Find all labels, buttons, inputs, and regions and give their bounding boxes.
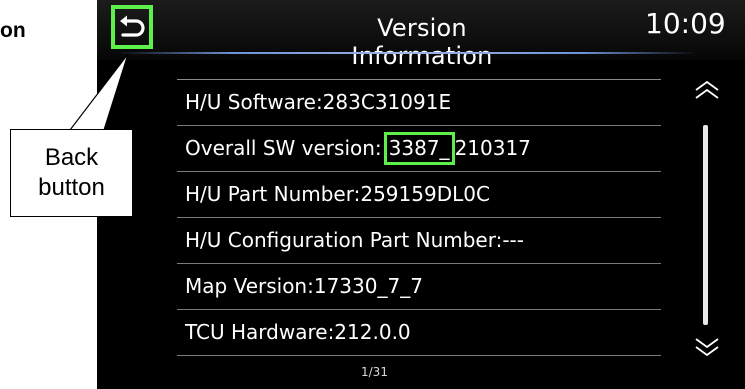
list-item[interactable]: H/U Part Number:259159DL0C <box>177 172 661 218</box>
list-item[interactable]: H/U Configuration Part Number:--- <box>177 218 661 264</box>
list-item-label: Overall SW version: 3387_ 210317 <box>185 132 531 165</box>
list-item-label: TCU Hardware:212.0.0 <box>185 320 411 344</box>
list-item-label: H/U Software:283C31091E <box>185 90 452 114</box>
back-button-callout: Back button <box>10 129 133 217</box>
header-divider <box>117 52 697 54</box>
clock: 10:09 <box>645 7 726 40</box>
list-item[interactable]: Map Version:17330_7_7 <box>177 264 661 310</box>
highlighted-version-number: 3387_ <box>383 132 455 165</box>
head-unit-screen: Version Information 10:09 H/U Software:2… <box>97 0 745 389</box>
header-bar: Version Information 10:09 <box>97 0 745 70</box>
list-item[interactable]: Overall SW version: 3387_ 210317 <box>177 126 661 172</box>
back-button[interactable] <box>111 5 153 49</box>
list-item-label: Map Version:17330_7_7 <box>185 274 423 298</box>
list-item[interactable]: H/U Software:283C31091E <box>177 80 661 126</box>
page-indicator: 1/31 <box>361 365 388 379</box>
callout-line: Back <box>44 144 99 171</box>
document-heading-fragment: on <box>0 19 26 42</box>
list-item-label: H/U Configuration Part Number:--- <box>185 228 524 252</box>
screen-title: Version Information <box>351 14 493 70</box>
back-arrow-icon <box>120 15 145 37</box>
list-item-label-prefix: Overall SW version: <box>185 136 382 160</box>
callout-line: button <box>38 174 105 201</box>
list-item[interactable]: TCU Hardware:212.0.0 <box>177 310 661 356</box>
double-chevron-down-icon[interactable] <box>694 337 720 357</box>
scrollbar-thumb[interactable] <box>703 125 708 325</box>
double-chevron-up-icon[interactable] <box>694 80 720 100</box>
list-item-label-suffix: 210317 <box>454 136 531 160</box>
list-item-label: H/U Part Number:259159DL0C <box>185 182 490 206</box>
